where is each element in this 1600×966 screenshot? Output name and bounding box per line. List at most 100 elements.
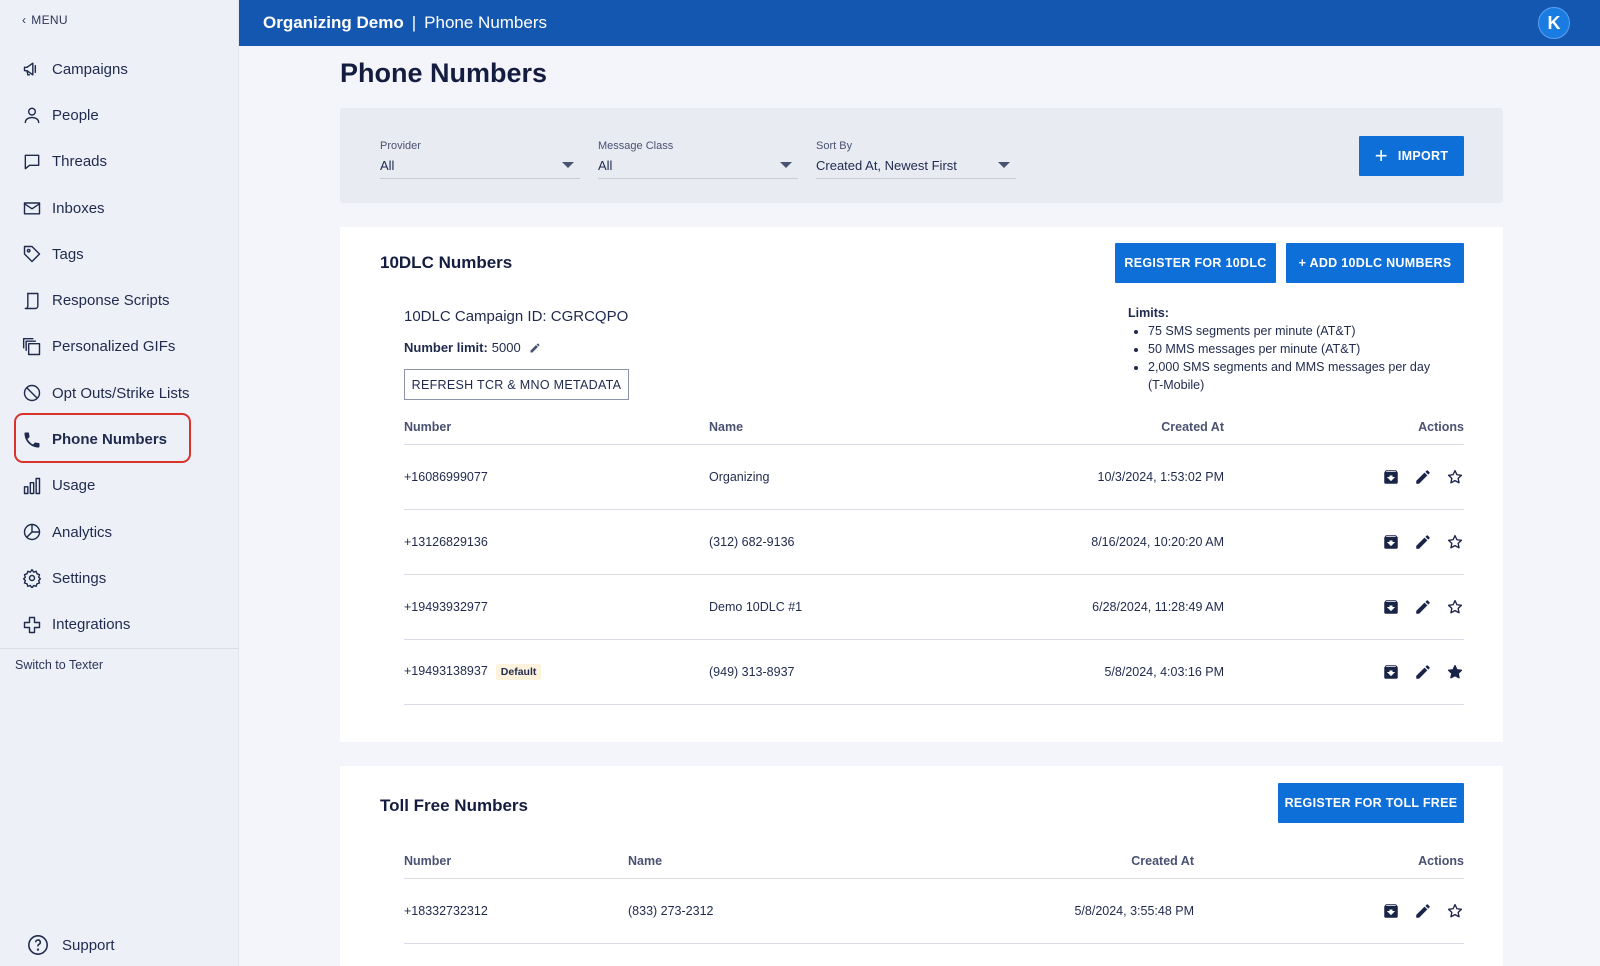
support-link[interactable]: Support bbox=[27, 934, 115, 956]
edit-icon[interactable] bbox=[1414, 533, 1432, 551]
import-button[interactable]: + IMPORT bbox=[1359, 136, 1464, 176]
breadcrumb-separator: | bbox=[411, 13, 417, 32]
register-10dlc-button[interactable]: REGISTER FOR 10DLC bbox=[1115, 243, 1276, 283]
star-filled-icon[interactable] bbox=[1446, 663, 1464, 681]
edit-icon[interactable] bbox=[1414, 663, 1432, 681]
sidebar-nav: Campaigns People Threads Inboxes Tags Re… bbox=[0, 46, 239, 648]
message-class-value: All bbox=[598, 158, 613, 173]
sidebar-item-label: Analytics bbox=[52, 523, 113, 541]
refresh-metadata-button[interactable]: REFRESH TCR & MNO METADATA bbox=[404, 369, 629, 400]
cell-created-at: 5/8/2024, 4:03:16 PM bbox=[959, 639, 1224, 705]
table-row: +19493932977 Demo 10DLC #1 6/28/2024, 11… bbox=[404, 574, 1464, 640]
table-header-row: Number Name Created At Actions bbox=[404, 845, 1464, 879]
sidebar-item-label: People bbox=[52, 106, 99, 124]
col-name[interactable]: Name bbox=[709, 411, 959, 445]
sidebar-item-opt-outs[interactable]: Opt Outs/Strike Lists bbox=[0, 370, 239, 416]
chevron-down-icon bbox=[780, 162, 792, 168]
limits-info: Limits: 75 SMS segments per minute (AT&T… bbox=[1128, 306, 1438, 394]
star-outline-icon[interactable] bbox=[1446, 902, 1464, 920]
sidebar-item-settings[interactable]: Settings bbox=[0, 555, 239, 601]
row-actions bbox=[1194, 902, 1464, 920]
provider-label: Provider bbox=[380, 140, 421, 152]
gif-stack-icon bbox=[22, 337, 42, 357]
phone-icon bbox=[22, 430, 42, 450]
tendlc-table: Number Name Created At Actions +16086999… bbox=[404, 411, 1464, 705]
edit-icon[interactable] bbox=[1414, 598, 1432, 616]
switch-to-texter-link[interactable]: Switch to Texter bbox=[15, 658, 103, 672]
archive-icon[interactable] bbox=[1382, 468, 1400, 486]
sidebar-item-label: Threads bbox=[52, 153, 108, 171]
pencil-icon[interactable] bbox=[529, 342, 541, 354]
sidebar-item-usage[interactable]: Usage bbox=[0, 463, 239, 509]
limit-item: 50 MMS messages per minute (AT&T) bbox=[1148, 340, 1438, 358]
support-label: Support bbox=[62, 936, 115, 954]
limits-title: Limits: bbox=[1128, 306, 1169, 320]
cell-number: +16086999077 bbox=[404, 444, 709, 510]
col-name[interactable]: Name bbox=[628, 845, 883, 879]
star-outline-icon[interactable] bbox=[1446, 598, 1464, 616]
tendlc-card: 10DLC Numbers REGISTER FOR 10DLC + ADD 1… bbox=[340, 227, 1503, 742]
star-outline-icon[interactable] bbox=[1446, 468, 1464, 486]
sidebar-item-integrations[interactable]: Integrations bbox=[0, 602, 239, 648]
pie-chart-icon bbox=[22, 522, 42, 542]
edit-icon[interactable] bbox=[1414, 468, 1432, 486]
avatar[interactable]: K bbox=[1538, 7, 1570, 39]
sidebar-item-phone-numbers[interactable]: Phone Numbers bbox=[0, 416, 239, 462]
sort-by-label: Sort By bbox=[816, 140, 853, 152]
sidebar-item-tags[interactable]: Tags bbox=[0, 231, 239, 277]
col-created-at[interactable]: Created At bbox=[883, 845, 1194, 879]
block-icon bbox=[22, 383, 42, 403]
cell-created-at: 5/8/2024, 3:55:48 PM bbox=[883, 878, 1194, 944]
provider-select[interactable]: Provider All bbox=[380, 140, 580, 179]
sidebar-item-label: Personalized GIFs bbox=[52, 338, 176, 356]
sidebar-divider bbox=[0, 648, 239, 649]
message-class-select[interactable]: Message Class All bbox=[598, 140, 798, 179]
limit-item: 2,000 SMS segments and MMS messages per … bbox=[1148, 358, 1438, 394]
puzzle-icon bbox=[22, 615, 42, 635]
sidebar-item-threads[interactable]: Threads bbox=[0, 139, 239, 185]
sort-by-select[interactable]: Sort By Created At, Newest First bbox=[816, 140, 1016, 179]
script-icon bbox=[22, 291, 42, 311]
col-number[interactable]: Number bbox=[404, 845, 628, 879]
sort-by-value: Created At, Newest First bbox=[816, 158, 957, 173]
help-circle-icon bbox=[28, 935, 48, 955]
sidebar-item-analytics[interactable]: Analytics bbox=[0, 509, 239, 555]
sidebar-item-label: Response Scripts bbox=[52, 292, 170, 310]
campaign-id: 10DLC Campaign ID: CGRCQPO bbox=[404, 308, 629, 325]
sidebar-item-response-scripts[interactable]: Response Scripts bbox=[0, 277, 239, 323]
archive-icon[interactable] bbox=[1382, 902, 1400, 920]
edit-icon[interactable] bbox=[1414, 902, 1432, 920]
sidebar-item-personalized-gifs[interactable]: Personalized GIFs bbox=[0, 324, 239, 370]
sidebar-item-inboxes[interactable]: Inboxes bbox=[0, 185, 239, 231]
provider-value: All bbox=[380, 158, 395, 173]
table-row: +13126829136 (312) 682-9136 8/16/2024, 1… bbox=[404, 509, 1464, 575]
number-limit-label: Number limit: bbox=[404, 340, 488, 355]
sidebar-item-campaigns[interactable]: Campaigns bbox=[0, 46, 239, 92]
number-limit-value: 5000 bbox=[491, 340, 521, 355]
person-icon bbox=[22, 105, 42, 125]
archive-icon[interactable] bbox=[1382, 598, 1400, 616]
col-created-at[interactable]: Created At bbox=[959, 411, 1224, 445]
sidebar-item-label: Campaigns bbox=[52, 60, 128, 78]
register-toll-free-button[interactable]: REGISTER FOR TOLL FREE bbox=[1278, 783, 1464, 823]
tollfree-table: Number Name Created At Actions +18332732… bbox=[404, 845, 1464, 944]
limit-item: 75 SMS segments per minute (AT&T) bbox=[1148, 322, 1438, 340]
envelope-icon bbox=[22, 198, 42, 218]
archive-icon[interactable] bbox=[1382, 533, 1400, 551]
sidebar-item-people[interactable]: People bbox=[0, 92, 239, 138]
add-10dlc-numbers-button[interactable]: + ADD 10DLC NUMBERS bbox=[1286, 243, 1464, 283]
cell-number: +19493138937 Default bbox=[404, 639, 709, 705]
menu-toggle[interactable]: ‹ MENU bbox=[22, 13, 68, 27]
archive-icon[interactable] bbox=[1382, 663, 1400, 681]
cell-number: +18332732312 bbox=[404, 878, 628, 944]
org-name[interactable]: Organizing Demo bbox=[263, 13, 404, 33]
sidebar-item-label: Settings bbox=[52, 569, 107, 587]
col-number[interactable]: Number bbox=[404, 411, 709, 445]
chat-bubble-icon bbox=[22, 152, 42, 172]
star-outline-icon[interactable] bbox=[1446, 533, 1464, 551]
table-row: +16086999077 Organizing 10/3/2024, 1:53:… bbox=[404, 444, 1464, 510]
col-actions: Actions bbox=[1194, 845, 1464, 879]
table-row: +19493138937 Default (949) 313-8937 5/8/2… bbox=[404, 639, 1464, 705]
message-class-label: Message Class bbox=[598, 140, 674, 152]
chevron-down-icon bbox=[562, 162, 574, 168]
